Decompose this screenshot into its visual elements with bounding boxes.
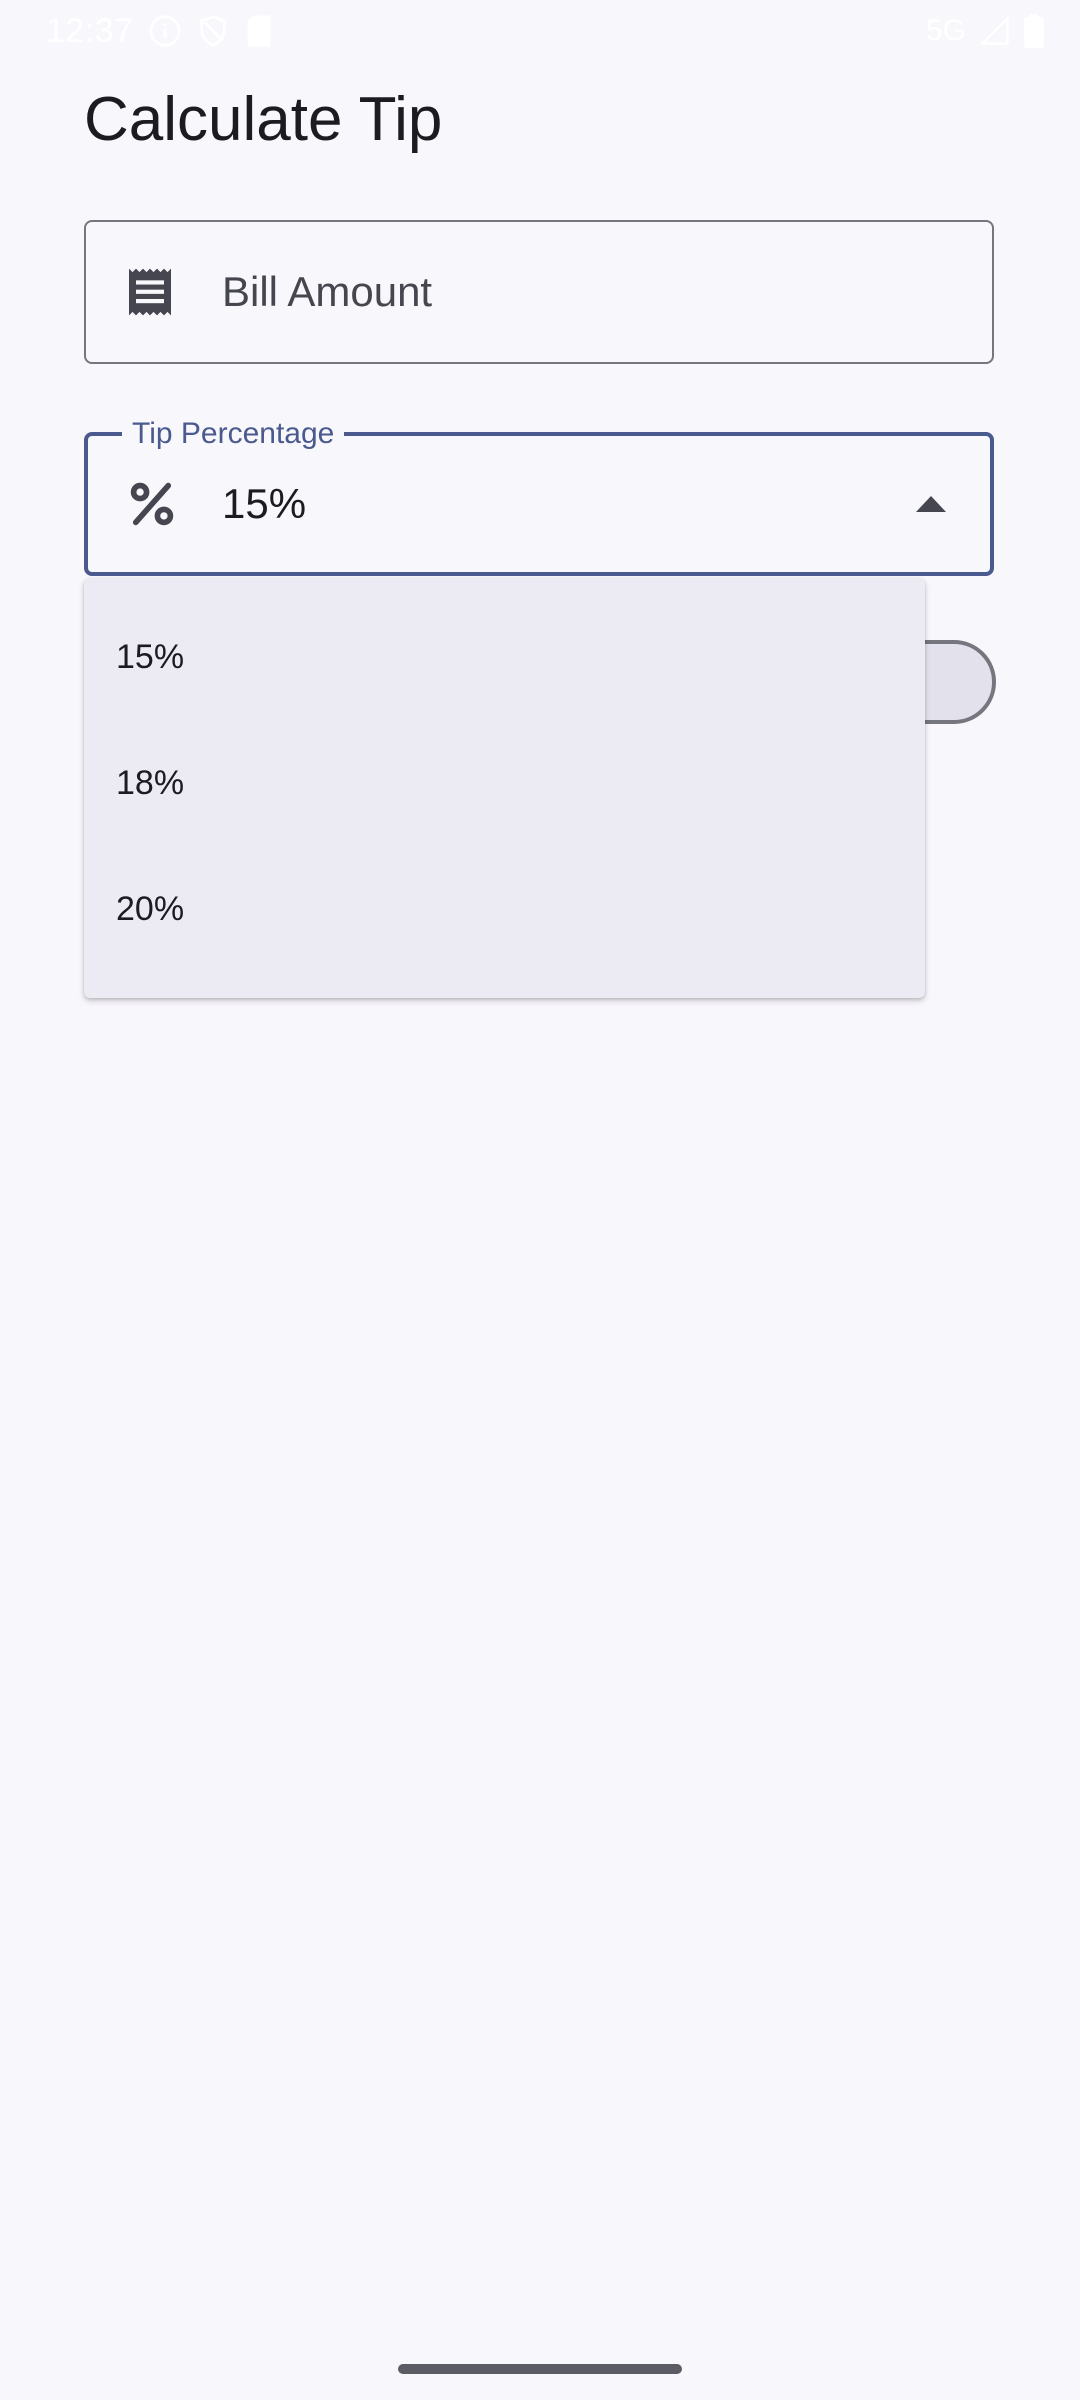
battery-icon <box>1024 14 1044 48</box>
sim-card-icon <box>244 14 274 48</box>
tip-percentage-menu: 15% 18% 20% <box>84 578 925 998</box>
status-time: 12:37 <box>46 11 134 50</box>
bill-amount-field[interactable]: Bill Amount <box>84 220 994 364</box>
page-title: Calculate Tip <box>84 85 443 154</box>
menu-item-20[interactable]: 20% <box>84 846 925 972</box>
info-icon <box>148 14 182 48</box>
menu-item-18[interactable]: 18% <box>84 720 925 846</box>
percent-icon <box>126 478 178 530</box>
signal-icon <box>980 16 1010 46</box>
tip-percentage-dropdown[interactable]: Tip Percentage 15% <box>84 416 994 576</box>
shield-icon <box>196 14 230 48</box>
status-right: 5G <box>926 10 1044 52</box>
receipt-icon <box>122 264 178 320</box>
menu-item-15[interactable]: 15% <box>84 594 925 720</box>
bill-amount-placeholder: Bill Amount <box>222 268 433 315</box>
tip-percentage-value: 15% <box>222 480 307 527</box>
status-left: 12:37 <box>46 10 274 52</box>
status-bar: 12:37 5G <box>0 0 1080 60</box>
network-type: 5G <box>925 14 966 47</box>
gesture-nav-handle[interactable] <box>398 2364 682 2374</box>
caret-up-icon[interactable] <box>916 496 946 512</box>
tip-percentage-label: Tip Percentage <box>122 416 345 452</box>
